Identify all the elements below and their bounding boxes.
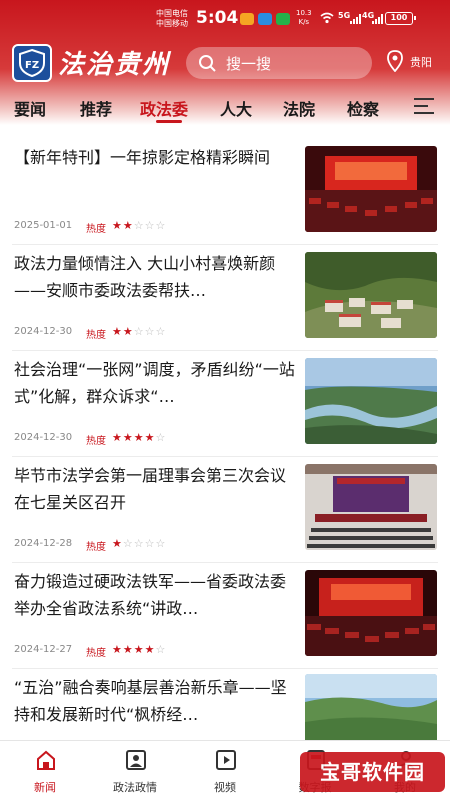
list-item[interactable]: 奋力锻造过硬政法铁军——省委政法委举办全省政法系统“讲政… 2024-12-27… <box>0 564 450 670</box>
rating-stars: ★★★★☆ <box>112 643 167 656</box>
rating-stars: ★☆☆☆☆ <box>112 537 167 550</box>
news-thumbnail[interactable] <box>305 674 437 740</box>
nav-label: 视频 <box>214 781 236 794</box>
nav-label: 新闻 <box>34 781 56 794</box>
tab-renda[interactable]: 人大 <box>220 96 252 120</box>
hot-label: 热度 <box>86 542 106 553</box>
tab-tuijian[interactable]: 推荐 <box>80 96 112 120</box>
search-placeholder: 搜一搜 <box>226 55 272 73</box>
news-thumbnail[interactable] <box>305 252 437 338</box>
hot-label: 热度 <box>86 648 106 659</box>
list-item[interactable]: 【新年特刊】一年掠影定格精彩瞬间 2025-01-01 热度 ★★☆☆☆ <box>0 140 450 246</box>
home-icon <box>37 750 55 770</box>
search-icon <box>199 55 216 72</box>
tab-fayuan[interactable]: 法院 <box>283 96 315 120</box>
rating-stars: ★★☆☆☆ <box>112 219 167 232</box>
news-date: 2024-12-30 <box>14 432 73 443</box>
nav-label: 政法政情 <box>113 781 157 794</box>
rating-stars: ★★☆☆☆ <box>112 325 167 338</box>
news-title[interactable]: 社会治理“一张网”调度，矛盾纠纷“一站式”化解，群众诉求“… <box>14 356 298 410</box>
news-date: 2025-01-01 <box>14 220 73 231</box>
battery-indicator: 100 <box>385 12 416 25</box>
news-title[interactable]: 政法力量倾情注入 大山小村喜焕新颜 ——安顺市委政法委帮扶… <box>14 250 298 304</box>
list-item[interactable]: 社会治理“一张网”调度，矛盾纠纷“一站式”化解，群众诉求“… 2024-12-3… <box>0 352 450 458</box>
svg-text:FZ: FZ <box>25 60 39 71</box>
wechat-notification-icon <box>276 13 290 25</box>
person-card-icon <box>126 750 146 770</box>
news-thumbnail[interactable] <box>305 146 437 232</box>
wifi-icon <box>320 12 334 24</box>
tab-jiancha[interactable]: 检察 <box>347 96 379 120</box>
status-bar: 中国电信 中国移动 5:04 10.3 K/s 5G 4G 100 <box>0 0 450 38</box>
brand-title: 法治贵州 <box>58 50 171 80</box>
news-date: 2024-12-27 <box>14 644 73 655</box>
news-date: 2024-12-30 <box>14 326 73 337</box>
location-label[interactable]: 贵阳 <box>410 54 432 70</box>
signal-bars-icon <box>350 14 361 24</box>
list-item[interactable]: “五治”融合奏响基层善治新乐章——坚持和发展新时代“枫桥经… <box>0 670 450 740</box>
news-thumbnail[interactable] <box>305 570 437 656</box>
hot-label: 热度 <box>86 224 106 235</box>
news-title[interactable]: 毕节市法学会第一届理事会第三次会议在七星关区召开 <box>14 462 298 516</box>
list-item[interactable]: 毕节市法学会第一届理事会第三次会议在七星关区召开 2024-12-28 热度 ★… <box>0 458 450 564</box>
network-speed: 10.3 K/s <box>296 9 312 26</box>
news-thumbnail[interactable] <box>305 464 437 550</box>
tab-zhengfawei[interactable]: 政法委 <box>140 96 188 120</box>
signal-bars-icon-2 <box>372 14 383 24</box>
news-title[interactable]: 【新年特刊】一年掠影定格精彩瞬间 <box>14 144 298 171</box>
location-pin-icon[interactable] <box>386 50 404 72</box>
divider <box>12 562 438 563</box>
menu-icon[interactable] <box>414 98 434 114</box>
divider <box>12 668 438 669</box>
divider <box>12 350 438 351</box>
message-notification-icon <box>258 13 272 25</box>
news-thumbnail[interactable] <box>305 358 437 444</box>
divider <box>12 456 438 457</box>
hot-label: 热度 <box>86 436 106 447</box>
app-notification-icon <box>240 13 254 25</box>
news-title[interactable]: “五治”融合奏响基层善治新乐章——坚持和发展新时代“枫桥经… <box>14 674 298 728</box>
news-date: 2024-12-28 <box>14 538 73 549</box>
app-logo: FZ <box>12 44 52 82</box>
active-tab-indicator <box>156 120 182 123</box>
news-title[interactable]: 奋力锻造过硬政法铁军——省委政法委举办全省政法系统“讲政… <box>14 568 298 622</box>
rating-stars: ★★★★☆ <box>112 431 167 444</box>
carrier-info: 中国电信 中国移动 <box>156 9 188 28</box>
signal-type-a: 5G <box>338 11 351 20</box>
status-clock: 5:04 <box>196 8 239 28</box>
nav-news[interactable]: 新闻 <box>0 741 90 800</box>
play-icon <box>216 750 236 770</box>
shield-logo-icon: FZ <box>19 48 45 78</box>
hot-label: 热度 <box>86 330 106 341</box>
nav-zhengfa[interactable]: 政法政情 <box>90 741 180 800</box>
nav-video[interactable]: 视频 <box>180 741 270 800</box>
list-item[interactable]: 政法力量倾情注入 大山小村喜焕新颜 ——安顺市委政法委帮扶… 2024-12-3… <box>0 246 450 352</box>
search-input[interactable]: 搜一搜 <box>186 47 372 79</box>
tab-yaowen[interactable]: 要闻 <box>14 96 46 120</box>
divider <box>12 244 438 245</box>
watermark: 宝哥软件园 <box>300 752 445 792</box>
